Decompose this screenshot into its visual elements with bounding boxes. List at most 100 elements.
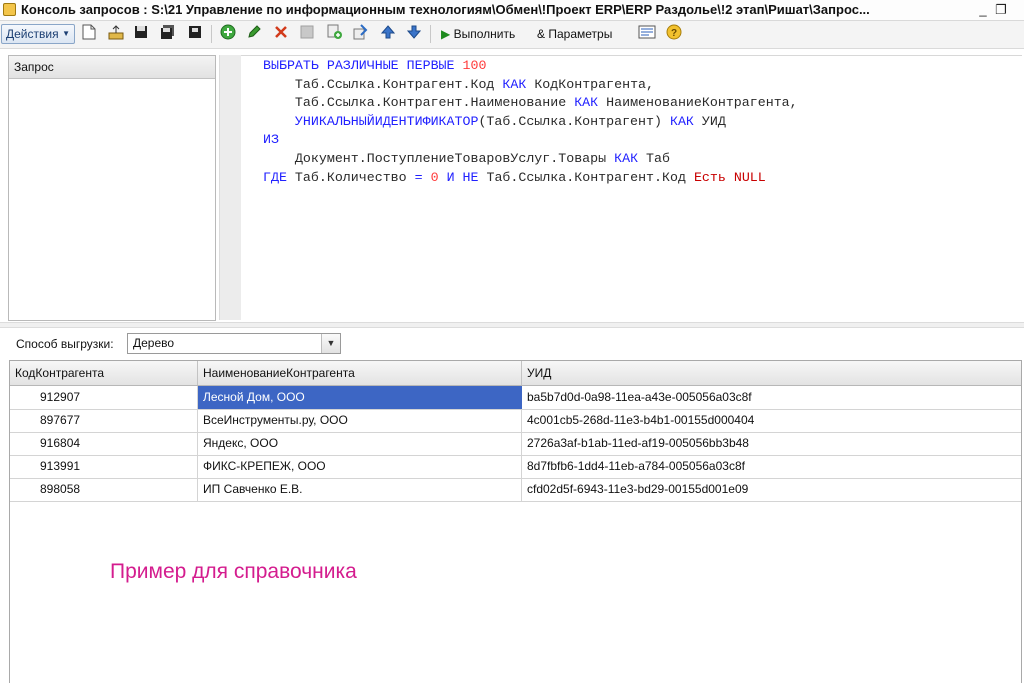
add-icon[interactable] (219, 24, 237, 44)
dropdown-caret-icon: ▼ (62, 29, 70, 38)
code-token: НаименованиеКонтрагента, (598, 95, 798, 111)
code-token: КАК (669, 113, 694, 129)
vertical-splitter[interactable] (219, 55, 242, 320)
down-icon[interactable] (405, 24, 423, 44)
code-line: ГДЕ Таб.Количество = 0 И НЕ Таб.Ссылка.К… (263, 169, 798, 188)
code-token: ИЗ (263, 132, 279, 148)
save-all-icon[interactable] (186, 24, 204, 44)
table-header-row: КодКонтрагента НаименованиеКонтрагента У… (10, 361, 1021, 386)
up-icon[interactable] (379, 24, 397, 44)
chevron-down-icon[interactable]: ▼ (321, 334, 340, 353)
code-line: ИЗ (263, 131, 798, 150)
app-icon (3, 3, 16, 16)
disabled-icon[interactable] (298, 24, 316, 44)
cell-code[interactable]: 912907 (10, 386, 198, 409)
cell-uid[interactable]: cfd02d5f-6943-11e3-bd29-00155d001e09 (522, 478, 1021, 501)
code-token: УНИКАЛЬНЫЙИДЕНТИФИКАТОР (263, 113, 479, 129)
code-token: ГДЕ (263, 169, 287, 185)
edit-icon[interactable] (245, 24, 263, 44)
params-button[interactable]: & Параметры (537, 24, 612, 44)
code-token: Таб.Ссылка.Контрагент.Код (478, 169, 694, 185)
table-row[interactable]: 916804 Яндекс, ООО 2726a3af-b1ab-11ed-af19… (10, 432, 1021, 456)
query-list-header: Запрос (9, 56, 215, 79)
column-header-uid[interactable]: УИД (522, 361, 1021, 385)
code-token: 0 (430, 169, 439, 185)
caption-text: Пример для справочника (110, 560, 357, 583)
code-line: УНИКАЛЬНЫЙИДЕНТИФИКАТОР(Таб.Ссылка.Контр… (263, 113, 798, 132)
cell-name[interactable]: ВсеИнструменты.ру, ООО (198, 409, 522, 432)
cell-uid[interactable]: ba5b7d0d-0a98-11ea-a43e-005056a03c8f (522, 386, 1021, 409)
code-token: Таб.Ссылка.Контрагент.Код (263, 76, 503, 92)
toolbar-separator (430, 25, 431, 43)
save-as-icon[interactable] (159, 24, 177, 44)
query-builder-icon[interactable] (638, 24, 656, 44)
code-token: КАК (574, 95, 599, 111)
params-label: Параметры (548, 27, 613, 41)
export-mode-value: Дерево (133, 336, 175, 350)
column-header-code[interactable]: КодКонтрагента (10, 361, 198, 385)
actions-menu-button[interactable]: Действия ▼ (1, 24, 75, 44)
code-token: КАК (502, 76, 527, 92)
cell-name[interactable]: ИП Савченко Е.В. (198, 478, 522, 501)
help-icon[interactable]: ? (665, 24, 683, 44)
query-editor[interactable]: ВЫБРАТЬ РАЗЛИЧНЫЕ ПЕРВЫЕ 100 Таб.Ссылка.… (241, 55, 1022, 321)
run-button[interactable]: ▶ Выполнить (441, 24, 515, 44)
code-line: Документ.ПоступлениеТоваровУслуг.Товары … (263, 150, 798, 169)
open-icon[interactable] (107, 24, 125, 44)
cell-name[interactable]: ФИКС-КРЕПЕЖ, ООО (198, 455, 522, 478)
actions-label: Действия (6, 27, 59, 41)
toolbar-separator (211, 25, 212, 43)
code-line: ВЫБРАТЬ РАЗЛИЧНЫЕ ПЕРВЫЕ 100 (263, 57, 798, 76)
cell-code[interactable]: 913991 (10, 455, 198, 478)
code-token: (Таб.Ссылка.Контрагент) (478, 113, 670, 129)
results-table: КодКонтрагента НаименованиеКонтрагента У… (9, 360, 1022, 683)
toolbar: Действия ▼ ▶ Выполнить & Параметры ? (0, 21, 1024, 49)
minimize-button[interactable]: _ (974, 1, 992, 18)
code-token: Документ.ПоступлениеТоваровУслуг.Товары (263, 150, 615, 166)
cell-uid[interactable]: 4c001cb5-268d-11e3-b4b1-00155d000404 (522, 409, 1021, 432)
window-title: Консоль запросов : S:\21 Управление по и… (21, 2, 870, 17)
code-token: Таб.Количество (286, 169, 415, 185)
move-to-icon[interactable] (352, 24, 370, 44)
cell-code[interactable]: 898058 (10, 478, 198, 501)
horizontal-splitter[interactable] (0, 322, 1024, 328)
cell-code[interactable]: 916804 (10, 432, 198, 455)
cell-uid[interactable]: 8d7fbfb6-1dd4-11eb-a784-005056a03c8f (522, 455, 1021, 478)
code-token: УИД (693, 113, 726, 129)
table-row[interactable]: 897677 ВсеИнструменты.ру, ООО 4c001cb5-268… (10, 409, 1021, 433)
cell-name[interactable]: Яндекс, ООО (198, 432, 522, 455)
code-token: Таб.Ссылка.Контрагент.Наименование (263, 95, 575, 111)
code-token: КАК (614, 150, 639, 166)
code-line: Таб.Ссылка.Контрагент.Код КАК КодКонтраг… (263, 76, 798, 95)
delete-icon[interactable] (272, 24, 290, 44)
svg-text:?: ? (671, 28, 677, 39)
query-text[interactable]: ВЫБРАТЬ РАЗЛИЧНЫЕ ПЕРВЫЕ 100 Таб.Ссылка.… (263, 57, 798, 187)
code-token: Таб (638, 150, 670, 166)
export-mode-select[interactable]: Дерево ▼ (127, 333, 341, 354)
code-token: 100 (462, 58, 487, 73)
query-list-panel: Запрос (8, 55, 216, 321)
new-icon[interactable] (80, 24, 98, 44)
run-label: Выполнить (453, 27, 516, 41)
run-icon: ▶ (441, 27, 451, 41)
table-row[interactable]: 898058 ИП Савченко Е.В. cfd02d5f-6943-11e3… (10, 478, 1021, 502)
add-copy-icon[interactable] (326, 24, 344, 44)
cell-uid[interactable]: 2726a3af-b1ab-11ed-af19-005056bb3b48 (522, 432, 1021, 455)
code-token: И НЕ (446, 169, 479, 185)
cell-name[interactable]: Лесной Дом, ООО (198, 386, 522, 409)
window-title-bar: Консоль запросов : S:\21 Управление по и… (0, 0, 1024, 21)
table-row[interactable]: 912907 Лесной Дом, ООО ba5b7d0d-0a98-11ea-… (10, 386, 1021, 410)
code-token: Есть NULL (693, 169, 766, 185)
cell-code[interactable]: 897677 (10, 409, 198, 432)
restore-button[interactable]: ❐ (992, 1, 1010, 18)
save-icon[interactable] (132, 24, 150, 44)
code-token: ВЫБРАТЬ РАЗЛИЧНЫЕ ПЕРВЫЕ (263, 58, 463, 73)
code-line: Таб.Ссылка.Контрагент.Наименование КАК Н… (263, 94, 798, 113)
code-token: КодКонтрагента, (526, 76, 655, 92)
column-header-name[interactable]: НаименованиеКонтрагента (198, 361, 522, 385)
table-row[interactable]: 913991 ФИКС-КРЕПЕЖ, ООО 8d7fbfb6-1dd4-11eb… (10, 455, 1021, 479)
export-mode-label: Способ выгрузки: (16, 337, 114, 351)
code-token: = (414, 169, 423, 185)
